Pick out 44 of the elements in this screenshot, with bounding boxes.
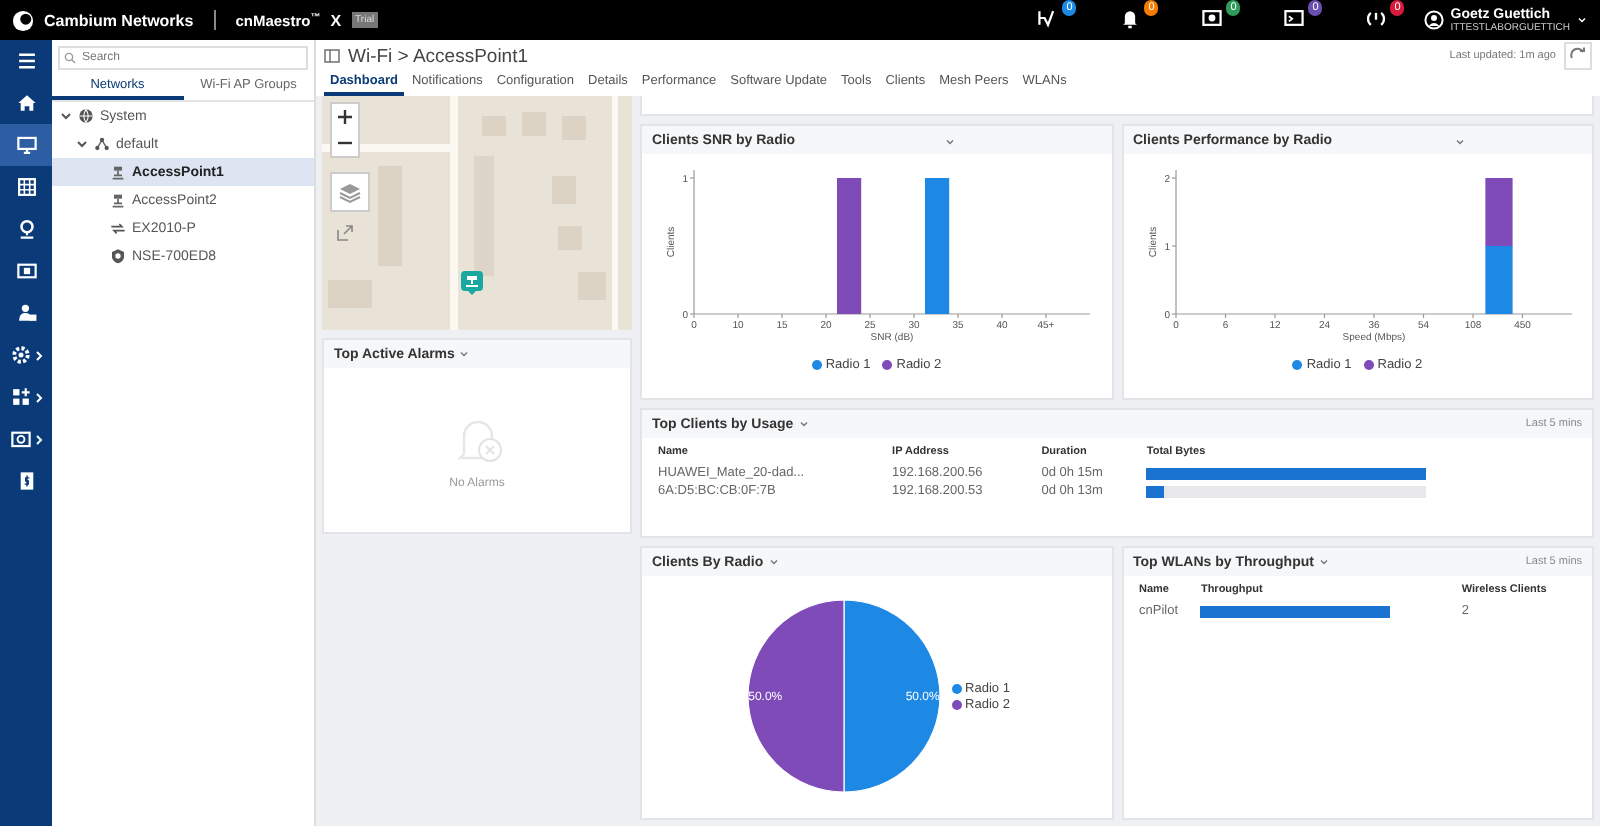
refresh-icon[interactable]: [1564, 42, 1592, 70]
dollar-icon: [15, 470, 37, 492]
chevron-icon[interactable]: [76, 138, 88, 150]
bar: [925, 178, 950, 315]
chevron-icon: [33, 391, 43, 403]
apps-icon: [9, 386, 31, 408]
settings-icon: [9, 344, 31, 366]
menu-icon: [15, 50, 37, 72]
brand-name: Cambium Networks: [44, 11, 194, 29]
home-icon: [15, 92, 37, 114]
chevron-icon[interactable]: [60, 110, 72, 122]
chevron-icon: [33, 349, 43, 361]
external-link-icon[interactable]: [336, 224, 354, 242]
bar: [1484, 178, 1513, 247]
zoom-in-button[interactable]: [332, 104, 358, 130]
access-point-icon: [110, 192, 126, 208]
access-point-marker[interactable]: [460, 270, 484, 296]
shield-icon: [110, 248, 126, 264]
person-device-icon: [15, 302, 37, 324]
user-icon[interactable]: [1424, 10, 1445, 30]
plus-icon: [336, 108, 354, 126]
signal-icon[interactable]: [1364, 6, 1389, 30]
search-icon: [64, 52, 76, 64]
layers-icon[interactable]: [330, 172, 370, 212]
grid-icon: [15, 176, 37, 198]
page-title: Wi-Fi > AccessPoint1: [348, 45, 529, 67]
edition-label: X: [330, 11, 342, 29]
bell-icon[interactable]: [1118, 6, 1143, 30]
camera-icon[interactable]: [1200, 6, 1225, 30]
access-point-icon: [110, 164, 126, 180]
bar: [837, 178, 862, 315]
terminal-icon[interactable]: [1282, 6, 1307, 30]
location-pin-icon: [15, 218, 37, 240]
monitor-icon: [15, 134, 37, 156]
arrows-icon: [110, 220, 126, 236]
globe-icon: [78, 108, 94, 124]
chevron-icon: [33, 433, 43, 445]
screen-icon: [15, 260, 37, 282]
logo-icon: [12, 9, 34, 31]
camera-icon: [9, 428, 31, 450]
nav-button[interactable]: [0, 124, 52, 166]
panel-toggle-icon[interactable]: [324, 48, 340, 64]
bar: [1484, 246, 1513, 315]
network-icon: [94, 136, 110, 152]
